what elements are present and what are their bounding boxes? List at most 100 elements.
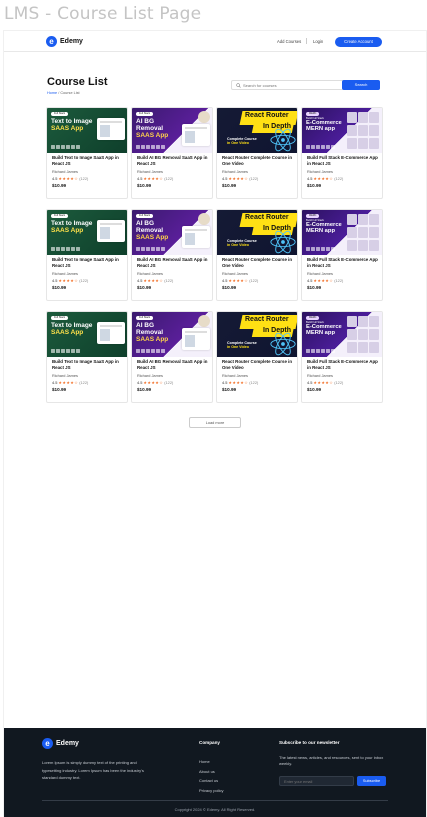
rating-count: (122)	[334, 380, 344, 385]
thumb-badge: MERN	[306, 112, 320, 116]
course-author: Richard James	[137, 373, 163, 378]
newsletter-email-input[interactable]	[279, 776, 354, 786]
thumb-headline: Text to Image SAAS App	[51, 220, 93, 235]
login-link[interactable]: Login	[313, 39, 323, 44]
course-card[interactable]: MERN Build Full Stack E-Commerce MERN app B…	[301, 311, 383, 403]
thumb-screenshot-image	[182, 124, 210, 146]
course-title: Build Full Stack E-Commerce App in React…	[307, 155, 378, 166]
thumb-badge: Full Stack	[136, 214, 153, 218]
course-thumbnail: React Router In Depth Complete Course in On…	[217, 312, 297, 357]
course-thumbnail: Full Stack AI BG Removal SAAS App	[132, 312, 212, 357]
rating-value: 4.5	[307, 176, 313, 181]
thumb-avatar-image	[198, 111, 210, 123]
thumb-subtitle: Complete Course in One Video	[227, 137, 257, 146]
course-price: $10.99	[52, 183, 67, 188]
star-rating-icon: ★★★★☆	[313, 380, 334, 385]
search-button[interactable]: Search	[342, 80, 380, 90]
course-card-body: Build Text to Image SaaS App in React JS…	[52, 359, 123, 392]
thumb-badge: Full Stack	[51, 316, 68, 320]
breadcrumb-home-link[interactable]: Home	[47, 91, 57, 95]
thumb-subtitle: Complete Course in One Video	[227, 341, 257, 350]
rating-count: (122)	[249, 278, 259, 283]
logo-text: Edemy	[60, 38, 83, 45]
thumb-screenshot-image	[97, 220, 125, 242]
star-rating-icon: ★★★★☆	[58, 380, 79, 385]
course-title: Build AI BG Removal SaaS App in React JS	[137, 155, 208, 166]
course-card[interactable]: React Router In Depth Complete Course in On…	[216, 107, 298, 199]
thumb-headline: Text to Image SAAS App	[51, 322, 93, 337]
course-card-body: React Router Complete Course in One Vide…	[222, 155, 293, 188]
create-account-button[interactable]: Create Account	[335, 37, 382, 47]
add-courses-link[interactable]: Add Courses	[277, 39, 301, 44]
course-title: React Router Complete Course in One Vide…	[222, 359, 293, 370]
course-card-body: Build AI BG Removal SaaS App in React JS…	[137, 257, 208, 290]
course-card[interactable]: MERN Build Full Stack E-Commerce MERN app B…	[301, 209, 383, 301]
thumb-badge: Full Stack	[136, 112, 153, 116]
rating-value: 4.5	[222, 278, 228, 283]
subscribe-button[interactable]: Subscribe	[357, 776, 386, 786]
rating-value: 4.5	[137, 176, 143, 181]
tech-icons	[136, 145, 165, 149]
course-price: $10.99	[137, 387, 152, 392]
footer-link-privacy[interactable]: Privacy policy	[199, 786, 223, 796]
course-card[interactable]: Full Stack Text to Image SAAS App Build Te…	[46, 209, 128, 301]
course-price: $10.99	[307, 285, 322, 290]
thumb-screenshot-image	[97, 118, 125, 140]
course-price: $10.99	[137, 285, 152, 290]
tech-icons	[136, 349, 165, 353]
star-rating-icon: ★★★★☆	[228, 380, 249, 385]
course-price: $10.99	[52, 387, 67, 392]
course-card[interactable]: Full Stack Text to Image SAAS App Build Te…	[46, 107, 128, 199]
rating-value: 4.5	[222, 380, 228, 385]
thumb-avatar-image	[198, 315, 210, 327]
search-icon	[236, 83, 241, 88]
tech-icons	[51, 349, 80, 353]
course-rating: 4.5 ★★★★☆ (122)	[222, 278, 293, 283]
course-thumbnail: MERN Build Full Stack E-Commerce MERN app	[302, 312, 382, 357]
course-thumbnail: MERN Build Full Stack E-Commerce MERN app	[302, 108, 382, 153]
course-card-body: Build Full Stack E-Commerce App in React…	[307, 359, 378, 392]
tech-icons	[306, 349, 335, 353]
logo-icon: e	[46, 36, 57, 47]
thumb-badge: Full Stack	[136, 316, 153, 320]
rating-count: (122)	[249, 380, 259, 385]
footer-link-contact[interactable]: Contact us	[199, 776, 223, 786]
star-rating-icon: ★★★★☆	[228, 176, 249, 181]
footer-link-home[interactable]: Home	[199, 757, 223, 767]
course-card[interactable]: React Router In Depth Complete Course in On…	[216, 311, 298, 403]
course-card[interactable]: Full Stack AI BG Removal SAAS App Build AI…	[131, 311, 213, 403]
breadcrumb-current: / Course List	[58, 91, 80, 95]
footer-about-text: Lorem Ipsum is simply dummy text of the …	[42, 760, 144, 781]
course-title: Build Text to Image SaaS App in React JS	[52, 257, 119, 268]
course-card[interactable]: Full Stack AI BG Removal SAAS App Build AI…	[131, 107, 213, 199]
course-card[interactable]: Full Stack Text to Image SAAS App Build Te…	[46, 311, 128, 403]
course-card-body: Build Text to Image SaaS App in React JS…	[52, 155, 123, 188]
app-frame: e Edemy Add Courses Login Create Account…	[4, 31, 426, 817]
thumb-screenshot-image	[97, 322, 125, 344]
course-card[interactable]: React Router In Depth Complete Course in On…	[216, 209, 298, 301]
course-price: $10.99	[307, 183, 322, 188]
course-title: Build Full Stack E-Commerce App in React…	[307, 257, 378, 268]
course-card-body: React Router Complete Course in One Vide…	[222, 359, 293, 392]
course-price: $10.99	[222, 183, 237, 188]
course-card-body: Build AI BG Removal SaaS App in React JS…	[137, 155, 208, 188]
footer-link-about[interactable]: About us	[199, 767, 223, 777]
footer-divider	[42, 800, 388, 801]
rating-value: 4.5	[52, 380, 58, 385]
thumb-ribbon-text: React Router	[245, 214, 289, 221]
course-card[interactable]: MERN Build Full Stack E-Commerce MERN app B…	[301, 107, 383, 199]
course-card[interactable]: Full Stack AI BG Removal SAAS App Build AI…	[131, 209, 213, 301]
logo[interactable]: e Edemy	[46, 36, 83, 47]
thumb-headline: Text to Image SAAS App	[51, 118, 93, 133]
search-input[interactable]	[243, 82, 339, 89]
load-more-button[interactable]: Load more	[189, 417, 241, 428]
course-price: $10.99	[137, 183, 152, 188]
footer-logo[interactable]: e Edemy	[42, 738, 79, 749]
course-grid: Full Stack Text to Image SAAS App Build Te…	[46, 107, 384, 403]
page-label: LMS - Course List Page	[4, 4, 202, 24]
course-author: Richard James	[137, 169, 163, 174]
course-author: Richard James	[222, 271, 248, 276]
course-rating: 4.5 ★★★★☆ (122)	[222, 176, 293, 181]
course-author: Richard James	[307, 169, 333, 174]
star-rating-icon: ★★★★☆	[58, 176, 79, 181]
